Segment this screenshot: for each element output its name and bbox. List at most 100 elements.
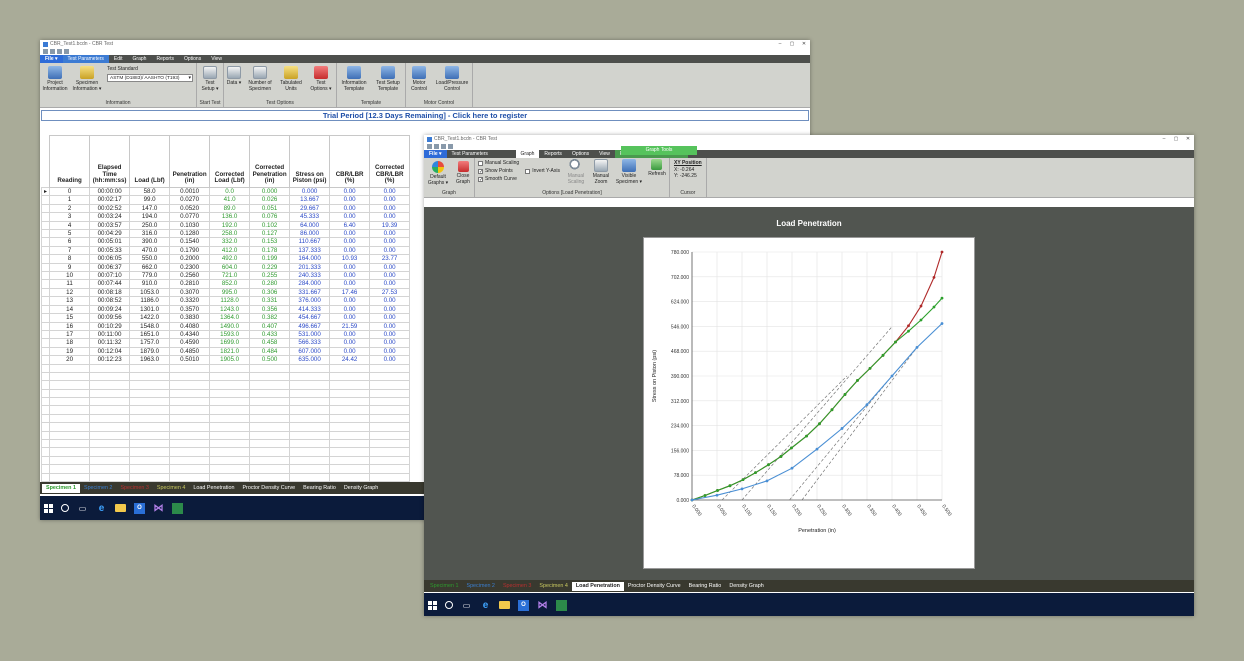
table-cell[interactable]: 164.000 [289, 254, 331, 264]
empty-cell[interactable] [209, 447, 251, 457]
table-cell[interactable]: 0.0270 [169, 195, 211, 205]
table-cell[interactable]: 0.2810 [169, 279, 211, 289]
table-cell[interactable]: 0.00 [329, 338, 371, 348]
manual-scaling-button[interactable]: Manual Scaling [563, 159, 589, 185]
empty-table-row[interactable] [40, 405, 411, 415]
table-cell[interactable]: 316.0 [129, 229, 171, 239]
empty-cell[interactable] [329, 430, 371, 441]
show-points-checkbox[interactable]: ✓ Show Points [478, 167, 519, 175]
outlook-icon[interactable]: O [518, 599, 529, 611]
empty-cell[interactable] [129, 371, 171, 382]
empty-cell[interactable] [329, 363, 371, 373]
empty-cell[interactable] [169, 388, 211, 399]
row-header[interactable] [40, 229, 51, 239]
table-cell[interactable]: 2 [49, 203, 91, 214]
empty-table-row[interactable] [40, 439, 411, 449]
table-cell[interactable]: 1128.0 [209, 296, 251, 306]
empty-cell[interactable] [129, 397, 171, 407]
empty-table-row[interactable] [40, 380, 411, 390]
empty-cell[interactable] [129, 464, 171, 474]
edge-browser-icon[interactable]: e [96, 503, 107, 514]
row-header[interactable] [40, 203, 51, 214]
edge-browser-icon[interactable]: e [480, 600, 491, 611]
table-cell[interactable]: 6.40 [329, 220, 371, 231]
row-header[interactable] [40, 254, 51, 264]
number-of-specimen-button[interactable]: Number of Specimen [244, 66, 276, 92]
empty-cell[interactable] [129, 413, 171, 424]
empty-cell[interactable] [89, 455, 131, 466]
table-cell[interactable]: 250.0 [129, 220, 171, 231]
col-header-cbr-lbr[interactable]: CBR/LBR (%) [329, 135, 371, 188]
table-cell[interactable]: 0.00 [369, 212, 411, 222]
sheet-tab-specimen-3[interactable]: Specimen 3 [116, 484, 152, 493]
table-cell[interactable]: 1548.0 [129, 321, 171, 331]
row-header[interactable] [40, 220, 51, 231]
empty-cell[interactable] [89, 430, 131, 441]
table-cell[interactable]: 192.0 [209, 220, 251, 231]
empty-cell[interactable] [49, 464, 91, 474]
tab-reports[interactable]: Reports [151, 55, 179, 63]
table-cell[interactable]: 17 [49, 329, 91, 340]
empty-cell[interactable] [40, 388, 51, 399]
table-cell[interactable]: 0.280 [249, 279, 291, 289]
table-cell[interactable]: 00:10:29 [89, 321, 131, 331]
close-graph-button[interactable]: Close Graph [452, 161, 474, 185]
table-cell[interactable]: 7 [49, 245, 91, 256]
row-header[interactable] [40, 313, 51, 323]
data-grid[interactable]: Reading Elapsed Time (hh:mm:ss) Load (Lb… [40, 135, 411, 483]
table-cell[interactable]: 0.199 [249, 254, 291, 264]
table-cell[interactable]: 21.59 [329, 321, 371, 331]
empty-cell[interactable] [209, 472, 251, 483]
table-cell[interactable]: 99.0 [129, 195, 171, 205]
table-cell[interactable]: 00:05:01 [89, 237, 131, 247]
table-cell[interactable]: 136.0 [209, 212, 251, 222]
table-cell[interactable]: 376.000 [289, 296, 331, 306]
specimen-information-button[interactable]: Specimen Information ▾ [70, 66, 104, 92]
table-cell[interactable]: 0.051 [249, 203, 291, 214]
table-cell[interactable]: 0.00 [369, 329, 411, 340]
tab-test-parameters[interactable]: Test Parameters [62, 55, 109, 63]
sheet-tab-specimen-1[interactable]: Specimen 1 [426, 582, 462, 591]
empty-cell[interactable] [40, 363, 51, 373]
table-cell[interactable]: 470.0 [129, 245, 171, 256]
table-cell[interactable]: 0.1790 [169, 245, 211, 256]
table-cell[interactable]: 64.000 [289, 220, 331, 231]
empty-cell[interactable] [89, 464, 131, 474]
table-cell[interactable]: 89.0 [209, 203, 251, 214]
empty-cell[interactable] [289, 388, 331, 399]
sheet-tab-bearing-ratio[interactable]: Bearing Ratio [299, 484, 340, 493]
table-cell[interactable]: 10 [49, 271, 91, 281]
table-cell[interactable]: 19.39 [369, 220, 411, 231]
row-header[interactable] [40, 329, 51, 340]
visual-studio-icon[interactable]: ⋈ [153, 503, 164, 514]
table-cell[interactable]: 0.102 [249, 220, 291, 231]
table-cell[interactable]: 0.00 [369, 296, 411, 306]
empty-cell[interactable] [209, 405, 251, 415]
table-row[interactable]: 17 00:11:00 1651.0 0.4340 1593.0 0.433 531.000… [40, 329, 411, 340]
empty-cell[interactable] [89, 380, 131, 390]
visible-specimen-button[interactable]: Visible Specimen ▾ [613, 159, 645, 185]
table-cell[interactable]: 0.2300 [169, 262, 211, 273]
table-cell[interactable]: 0.00 [329, 229, 371, 239]
empty-cell[interactable] [369, 472, 411, 483]
table-row[interactable]: 10 00:07:10 779.0 0.2560 721.0 0.255 240.333 0.… [40, 271, 411, 281]
empty-cell[interactable] [289, 455, 331, 466]
table-cell[interactable]: 00:03:24 [89, 212, 131, 222]
table-cell[interactable]: 1301.0 [129, 304, 171, 315]
empty-cell[interactable] [129, 422, 171, 432]
windows-start-icon[interactable] [44, 503, 53, 513]
visual-studio-icon[interactable]: ⋈ [537, 600, 548, 611]
table-cell[interactable]: 00:02:17 [89, 195, 131, 205]
table-cell[interactable]: 604.0 [209, 262, 251, 273]
empty-table-row[interactable] [40, 371, 411, 382]
table-cell[interactable]: 0.0770 [169, 212, 211, 222]
table-row[interactable]: 4 00:03:57 250.0 0.1030 192.0 0.102 64.000 6.40… [40, 220, 411, 231]
invert-y-axis-checkbox[interactable]: Invert Y-Axis [525, 167, 560, 175]
row-header[interactable] [40, 346, 51, 357]
sheet-tab-density-graph[interactable]: Density Graph [340, 484, 382, 493]
table-cell[interactable]: 00:04:29 [89, 229, 131, 239]
empty-cell[interactable] [169, 464, 211, 474]
table-cell[interactable]: 492.0 [209, 254, 251, 264]
table-cell[interactable]: 454.667 [289, 313, 331, 323]
empty-cell[interactable] [209, 388, 251, 399]
